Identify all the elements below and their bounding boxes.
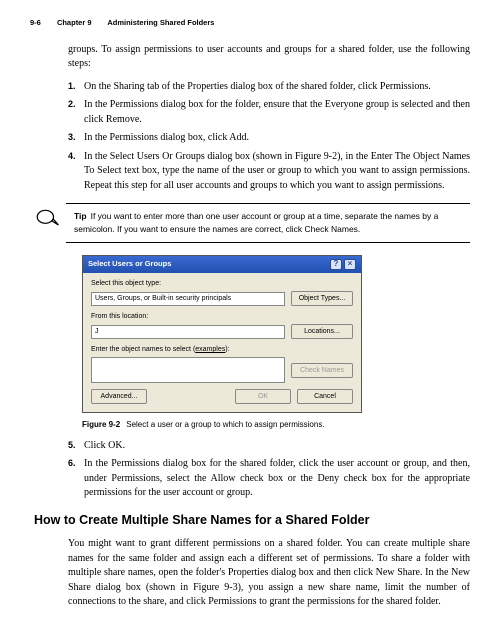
step-text: In the Permissions dialog box for the sh… (84, 457, 470, 501)
chapter-label: Chapter 9 (57, 18, 92, 27)
figure-caption: Figure 9-2 Select a user or a group to wh… (82, 419, 470, 431)
location-label: From this location: (91, 312, 353, 322)
object-type-label: Select this object type: (91, 279, 353, 289)
step-text: In the Permissions dialog box, click Add… (84, 131, 470, 146)
object-names-field[interactable] (91, 357, 285, 383)
dialog-screenshot: Select Users or Groups ? × Select this o… (82, 255, 470, 413)
object-names-label: Enter the object names to select (exampl… (91, 345, 353, 355)
figure-number: Figure 9-2 (82, 420, 120, 429)
tip-text: If you want to enter more than one user … (74, 211, 438, 234)
advanced-button[interactable]: Advanced... (91, 389, 147, 404)
help-icon[interactable]: ? (330, 259, 342, 270)
step-text: On the Sharing tab of the Properties dia… (84, 80, 470, 95)
steps-list-1: 1.On the Sharing tab of the Properties d… (68, 80, 470, 194)
examples-link[interactable]: examples (195, 346, 225, 353)
chapter-title: Administering Shared Folders (107, 18, 214, 27)
locations-button[interactable]: Locations... (291, 324, 353, 339)
step-num: 4. (68, 150, 84, 194)
step-num: 1. (68, 80, 84, 95)
section-heading: How to Create Multiple Share Names for a… (34, 511, 470, 529)
tip-label: Tip (74, 211, 87, 221)
tip-icon (34, 203, 60, 229)
location-field[interactable]: J (91, 325, 285, 339)
step-text: In the Select Users Or Groups dialog box… (84, 150, 470, 194)
check-names-button[interactable]: Check Names (291, 363, 353, 378)
tip-callout: TipIf you want to enter more than one us… (34, 203, 470, 243)
step-num: 6. (68, 457, 84, 501)
steps-list-2: 5.Click OK. 6.In the Permissions dialog … (68, 439, 470, 501)
step-num: 2. (68, 98, 84, 127)
step-num: 5. (68, 439, 84, 454)
close-icon[interactable]: × (344, 259, 356, 270)
section-body: You might want to grant different permis… (68, 537, 470, 610)
step-text: In the Permissions dialog box for the fo… (84, 98, 470, 127)
ok-button[interactable]: OK (235, 389, 291, 404)
object-types-button[interactable]: Object Types... (291, 291, 353, 306)
page-number: 9-6 (30, 18, 41, 27)
figure-text: Select a user or a group to which to ass… (126, 420, 324, 429)
dialog-titlebar: Select Users or Groups ? × (83, 256, 361, 273)
object-type-field[interactable]: Users, Groups, or Built-in security prin… (91, 292, 285, 306)
page-header: 9-6 Chapter 9 Administering Shared Folde… (30, 18, 470, 29)
cancel-button[interactable]: Cancel (297, 389, 353, 404)
step-num: 3. (68, 131, 84, 146)
step-text: Click OK. (84, 439, 470, 454)
dialog-title: Select Users or Groups (88, 259, 171, 270)
intro-paragraph: groups. To assign permissions to user ac… (68, 43, 470, 72)
